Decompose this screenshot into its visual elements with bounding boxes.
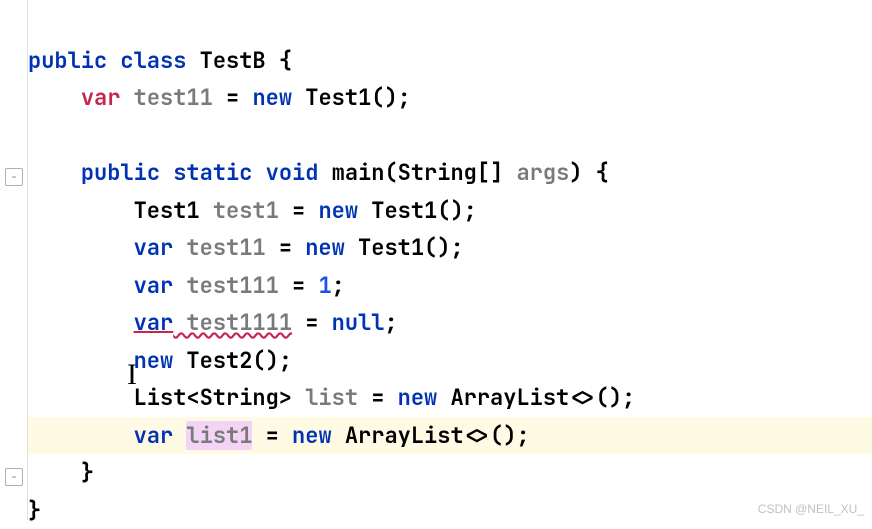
keyword: new [134,346,174,375]
code-line: } [28,492,872,529]
keyword: new [292,421,332,450]
keyword: public [81,158,160,187]
parameter: args [516,158,569,187]
variable-highlighted: list1 [186,421,252,450]
code-line: public class TestB { [28,42,872,80]
code-line: var test111 = 1; [28,267,872,305]
watermark-text: CSDN @NEIL_XU_ [758,502,864,516]
variable-error: test1111 [173,308,292,337]
var-keyword-error: var [134,308,174,337]
code-line: public static void main(String[] args) { [28,154,872,192]
keyword: public [28,46,107,75]
var-keyword: var [134,271,174,300]
code-line: var test11 = new Test1(); [28,229,872,267]
fold-marker-icon[interactable]: − [5,468,23,486]
code-line: List<String> list = new ArrayList<>(); [28,379,872,417]
code-line: var test1111 = null; [28,304,872,342]
code-line: new Test2(); [28,342,872,380]
code-line [28,4,872,42]
var-keyword: var [134,233,174,262]
keyword: static [160,158,252,187]
variable: test11 [120,83,226,112]
code-line-active: var list1 = new ArrayList<>(); [28,417,872,455]
var-keyword: var [81,83,121,112]
code-line: Test1 test1 = new Test1(); [28,192,872,230]
keyword: class [120,46,186,75]
keyword: new [252,83,292,112]
class-name: TestB [200,46,266,75]
number-literal: 1 [318,271,331,300]
code-line: var test11 = new Test1(); [28,79,872,117]
keyword: void [252,158,318,187]
variable: test11 [173,233,279,262]
keyword: new [318,196,358,225]
keyword: new [398,383,438,412]
code-editor[interactable]: public class TestB { var test11 = new Te… [28,0,872,529]
variable: test111 [173,271,292,300]
editor-gutter: − − [0,0,28,520]
var-keyword: var [134,421,174,450]
code-line: } [28,454,872,492]
null-keyword: null [332,308,385,337]
fold-marker-icon[interactable]: − [5,168,23,186]
code-line [28,117,872,155]
keyword: new [305,233,345,262]
variable: test1 [213,196,279,225]
variable: list [305,383,358,412]
method-name: main [318,158,384,187]
